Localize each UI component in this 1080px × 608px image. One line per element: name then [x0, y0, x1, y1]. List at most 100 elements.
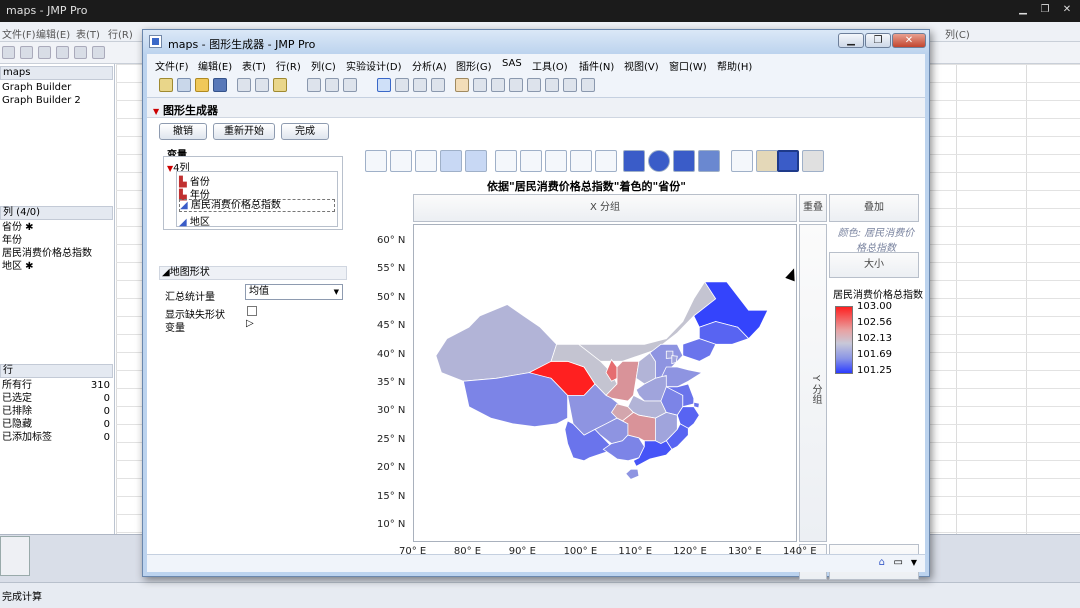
graph-builder-titlebar[interactable]: maps - 图形生成器 - JMP Pro ▁ ❐ ✕ [143, 30, 929, 54]
group-y-zone[interactable]: Y 分组 [799, 224, 827, 542]
formula-icon[interactable] [756, 150, 778, 172]
menu-addins[interactable]: 插件(N) [579, 58, 614, 73]
ellipse-icon[interactable] [440, 150, 462, 172]
cut-icon[interactable] [237, 78, 251, 92]
summary-stat-select[interactable]: 均值 [245, 284, 343, 300]
mosaic-icon[interactable] [698, 150, 720, 172]
menu-tools[interactable]: 工具(O) [532, 58, 568, 73]
line-fit-icon[interactable] [415, 150, 437, 172]
line-tool-icon[interactable] [545, 78, 559, 92]
main-menu-cols[interactable]: 列(C) [945, 26, 970, 41]
menu-graph[interactable]: 图形(G) [456, 58, 492, 73]
done-button[interactable]: 完成 [281, 123, 329, 140]
restart-button[interactable]: 重新开始 [213, 123, 275, 140]
section-header[interactable]: ▼ 图形生成器 [147, 98, 925, 118]
overlay-zone[interactable]: 叠加 [829, 194, 919, 222]
size-zone[interactable]: 大小 [829, 252, 919, 278]
paste-icon[interactable] [92, 46, 105, 59]
restore-icon[interactable]: ❐ [1038, 4, 1052, 16]
open-folder-icon[interactable] [195, 78, 209, 92]
menu-view[interactable]: 视图(V) [624, 58, 659, 73]
copy-icon[interactable] [74, 46, 87, 59]
menu-edit[interactable]: 编辑(E) [198, 58, 232, 73]
column-item[interactable]: 居民消费价格总指数 [2, 248, 92, 260]
open-icon[interactable] [20, 46, 33, 59]
red-triangle-icon[interactable]: ▼ [153, 107, 159, 116]
menu-rows[interactable]: 行(R) [276, 58, 301, 73]
chevron-down-icon[interactable]: ▼ [911, 558, 917, 567]
arrow-cursor-icon[interactable] [377, 78, 391, 92]
map-plot-area[interactable] [413, 224, 797, 542]
new-table-icon[interactable] [2, 46, 15, 59]
close-icon[interactable]: ✕ [1060, 4, 1074, 16]
box-plot-icon[interactable] [570, 150, 592, 172]
undo-button[interactable]: 撤销 [159, 123, 207, 140]
new-script-icon[interactable] [177, 78, 191, 92]
pie-icon[interactable] [648, 150, 670, 172]
menu-sas[interactable]: SAS [502, 58, 522, 69]
map-shapes-icon[interactable] [777, 150, 799, 172]
script-item[interactable]: Graph Builder [2, 82, 71, 94]
home-icon[interactable]: ⌂ [879, 557, 885, 568]
lasso-icon[interactable] [431, 78, 445, 92]
menu-analyze[interactable]: 分析(A) [412, 58, 447, 73]
main-menu-edit[interactable]: 编辑(E) [36, 26, 70, 41]
color-zone[interactable]: 颜色: 居民消费价格总指数 [833, 224, 919, 254]
help-tool-icon[interactable] [395, 78, 409, 92]
column-item[interactable]: ◢ 地区 [179, 213, 210, 228]
crosshair-icon[interactable] [509, 78, 523, 92]
data-table-icon[interactable] [307, 78, 321, 92]
window-thumbnail[interactable] [0, 536, 30, 576]
smoother-icon[interactable] [390, 150, 412, 172]
menu-help[interactable]: 帮助(H) [717, 58, 752, 73]
column-item[interactable]: 年份 [2, 235, 22, 247]
province-天津[interactable] [671, 355, 678, 365]
bar-icon[interactable] [520, 150, 542, 172]
polygon-icon[interactable] [563, 78, 577, 92]
oval-icon[interactable] [581, 78, 595, 92]
layout-icon[interactable] [343, 78, 357, 92]
menu-window[interactable]: 窗口(W) [669, 58, 707, 73]
script-item[interactable]: Graph Builder 2 [2, 95, 81, 107]
maximize-button[interactable]: ❐ [865, 33, 891, 48]
show-missing-checkbox[interactable] [247, 306, 257, 316]
hand-tool-icon[interactable] [455, 78, 469, 92]
magnifier-icon[interactable] [491, 78, 505, 92]
line-icon[interactable] [495, 150, 517, 172]
province-上海[interactable] [693, 401, 700, 409]
map-shapes-header[interactable]: ◢地图形状 [159, 266, 347, 280]
column-item[interactable]: 地区 ✱ [2, 261, 34, 273]
rows-header[interactable]: 行 [0, 364, 113, 378]
selection-tool-icon[interactable] [413, 78, 427, 92]
main-menu-rows[interactable]: 行(R) [108, 26, 133, 41]
map-points-icon[interactable] [802, 150, 824, 172]
annotate-icon[interactable] [527, 78, 541, 92]
area-icon[interactable] [545, 150, 567, 172]
province-西藏[interactable] [462, 372, 569, 428]
column-item-selected[interactable]: ◢ 居民消费价格总指数 [179, 199, 335, 212]
menu-table[interactable]: 表(T) [242, 58, 266, 73]
journal-icon[interactable] [325, 78, 339, 92]
save-icon[interactable] [213, 78, 227, 92]
table-name-header[interactable]: maps [0, 66, 113, 80]
heatmap-icon[interactable] [623, 150, 645, 172]
main-menu-file[interactable]: 文件(F) [2, 26, 36, 41]
new-data-table-icon[interactable] [159, 78, 173, 92]
contour-icon[interactable] [465, 150, 487, 172]
columns-header[interactable]: 列 (4/0) [0, 206, 113, 220]
histogram-icon[interactable] [595, 150, 617, 172]
minimize-icon[interactable]: ▁ [1016, 4, 1030, 16]
disclosure-right-icon[interactable]: ▷ [246, 318, 254, 329]
copy-icon[interactable] [255, 78, 269, 92]
menu-doe[interactable]: 实验设计(D) [346, 58, 402, 73]
treemap-icon[interactable] [673, 150, 695, 172]
menu-file[interactable]: 文件(F) [155, 58, 189, 73]
column-item[interactable]: 省份 ✱ [2, 222, 34, 234]
cut-icon[interactable] [56, 46, 69, 59]
brush-icon[interactable] [473, 78, 487, 92]
minimize-button[interactable]: ▁ [838, 33, 864, 48]
province-山东[interactable] [660, 366, 704, 388]
caption-box-icon[interactable] [731, 150, 753, 172]
window-list-icon[interactable]: ▭ [894, 557, 903, 568]
main-menu-table[interactable]: 表(T) [76, 26, 100, 41]
